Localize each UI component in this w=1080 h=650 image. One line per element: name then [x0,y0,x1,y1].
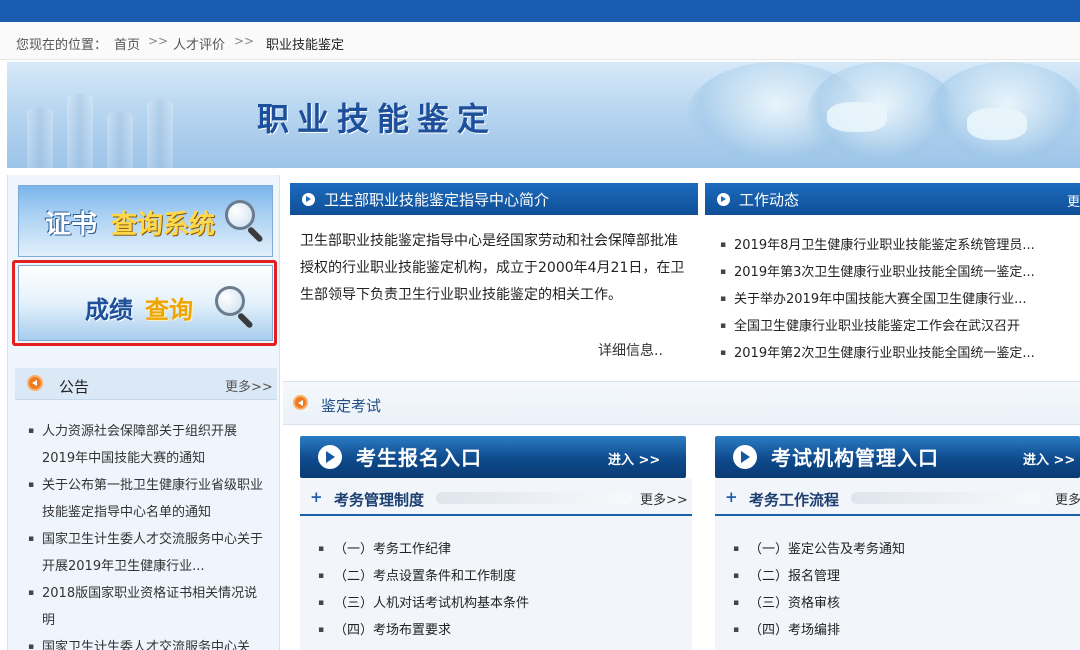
banner-decoration [27,108,53,168]
exam-org-management-entry[interactable]: 考试机构管理入口 进入 >> [715,436,1080,478]
list-item[interactable]: 关于举办2019年中国技能大赛全国卫生健康行业... [720,286,1080,313]
list-item[interactable]: 国家卫生计生委人才交流服务中心关 [28,634,268,650]
plus-icon: + [725,488,738,506]
score-query-highlight-frame [12,260,277,346]
breadcrumb-separator: >> [234,34,255,48]
banner-decoration [67,94,93,168]
notice-more-link[interactable]: 更多>> [225,376,273,395]
list-item[interactable]: 关于公布第一批卫生健康行业省级职业技能鉴定指导中心名单的通知 [28,472,268,526]
list-item[interactable]: （一）鉴定公告及考务通知 [733,536,905,563]
banner-title: 职业技能鉴定 [257,100,498,138]
arrow-right-circle-icon [302,193,315,206]
list-item[interactable]: （一）考务工作纪律 [318,536,529,563]
banner-decoration [147,100,173,168]
news-header: 工作动态 更 [705,183,1080,215]
list-item[interactable]: （四）考场编排 [733,617,905,644]
candidate-registration-entry[interactable]: 考生报名入口 进入 >> [300,436,686,478]
arrow-right-circle-icon [733,445,757,469]
org-entry-label: 考试机构管理入口 [771,446,939,470]
rules-title: 考务管理制度 [334,491,425,509]
list-item[interactable]: 国家卫生计生委人才交流服务中心关于开展2019年卫生健康行业... [28,526,268,580]
list-item[interactable]: （三）人机对话考试机构基本条件 [318,590,529,617]
header-decoration [436,492,632,504]
candidate-entry-enter: 进入 >> [608,453,661,468]
news-list: 2019年8月卫生健康行业职业技能鉴定系统管理员... 2019年第3次卫生健康… [720,232,1080,367]
list-item[interactable]: 人力资源社会保障部关于组织开展2019年中国技能大赛的通知 [28,418,268,472]
arrow-right-circle-icon [717,193,730,206]
certificate-query-label-highlight: 查询系统 [111,210,216,240]
exam-header: 鉴定考试 [283,381,1080,425]
list-item[interactable]: 2019年第2次卫生健康行业职业技能全国统一鉴定... [720,340,1080,367]
page-banner: 职业技能鉴定 [7,62,1080,168]
candidate-entry-label: 考生报名入口 [356,446,482,470]
notice-title: 公告 [59,378,90,396]
list-item[interactable]: 2019年8月卫生健康行业职业技能鉴定系统管理员... [720,232,1080,259]
org-entry-enter: 进入 >> [1023,453,1076,468]
process-more-link[interactable]: 更多 [1055,489,1080,508]
exam-title: 鉴定考试 [321,397,382,415]
list-item[interactable]: 2019年第3次卫生健康行业职业技能全国统一鉴定... [720,259,1080,286]
breadcrumb-separator: >> [148,34,169,48]
intro-detail-link[interactable]: 详细信息.. [598,340,663,360]
list-item[interactable]: （三）资格审核 [733,590,905,617]
notice-header: 公告 更多>> [15,368,277,400]
process-title: 考务工作流程 [749,491,840,509]
banner-decoration [107,112,133,168]
breadcrumb: 您现在的位置： 首页 >> 人才评价 >> 职业技能鉴定 [0,22,1080,60]
process-list: （一）鉴定公告及考务通知 （二）报名管理 （三）资格审核 （四）考场编排 [733,536,905,644]
list-item[interactable]: （二）考点设置条件和工作制度 [318,563,529,590]
top-bar [0,0,1080,22]
breadcrumb-item-current: 职业技能鉴定 [266,38,345,53]
certificate-query-button[interactable]: 证书 查询系统 [18,185,273,257]
intro-header: 卫生部职业技能鉴定指导中心简介 [290,183,698,215]
process-header: + 考务工作流程 更多 [715,480,1080,516]
rules-more-link[interactable]: 更多>> [640,489,688,508]
arrow-left-circle-icon [27,375,43,391]
breadcrumb-item-talent[interactable]: 人才评价 [173,34,225,53]
plus-circle-icon [293,395,308,410]
list-item[interactable]: （二）报名管理 [733,563,905,590]
news-more-link[interactable]: 更 [1067,191,1080,210]
rules-header: + 考务管理制度 更多>> [300,480,692,516]
news-title: 工作动态 [739,191,800,209]
list-item[interactable]: （四）考场布置要求 [318,617,529,644]
banner-decoration [967,108,1027,140]
banner-decoration [827,102,887,132]
header-decoration [851,492,1041,504]
plus-icon: + [310,488,323,506]
list-item[interactable]: 2018版国家职业资格证书相关情况说明 [28,580,268,634]
list-item[interactable]: 全国卫生健康行业职业技能鉴定工作会在武汉召开 [720,313,1080,340]
intro-text: 卫生部职业技能鉴定指导中心是经国家劳动和社会保障部批准授权的行业职业技能鉴定机构… [300,233,685,303]
breadcrumb-prefix: 您现在的位置： [16,38,108,53]
notice-list: 人力资源社会保障部关于组织开展2019年中国技能大赛的通知 关于公布第一批卫生健… [28,418,268,650]
rules-list: （一）考务工作纪律 （二）考点设置条件和工作制度 （三）人机对话考试机构基本条件… [318,536,529,644]
breadcrumb-item-home[interactable]: 首页 [114,34,140,53]
certificate-query-label: 证书 [45,210,98,240]
intro-title: 卫生部职业技能鉴定指导中心简介 [324,191,550,209]
arrow-right-circle-icon [318,445,342,469]
